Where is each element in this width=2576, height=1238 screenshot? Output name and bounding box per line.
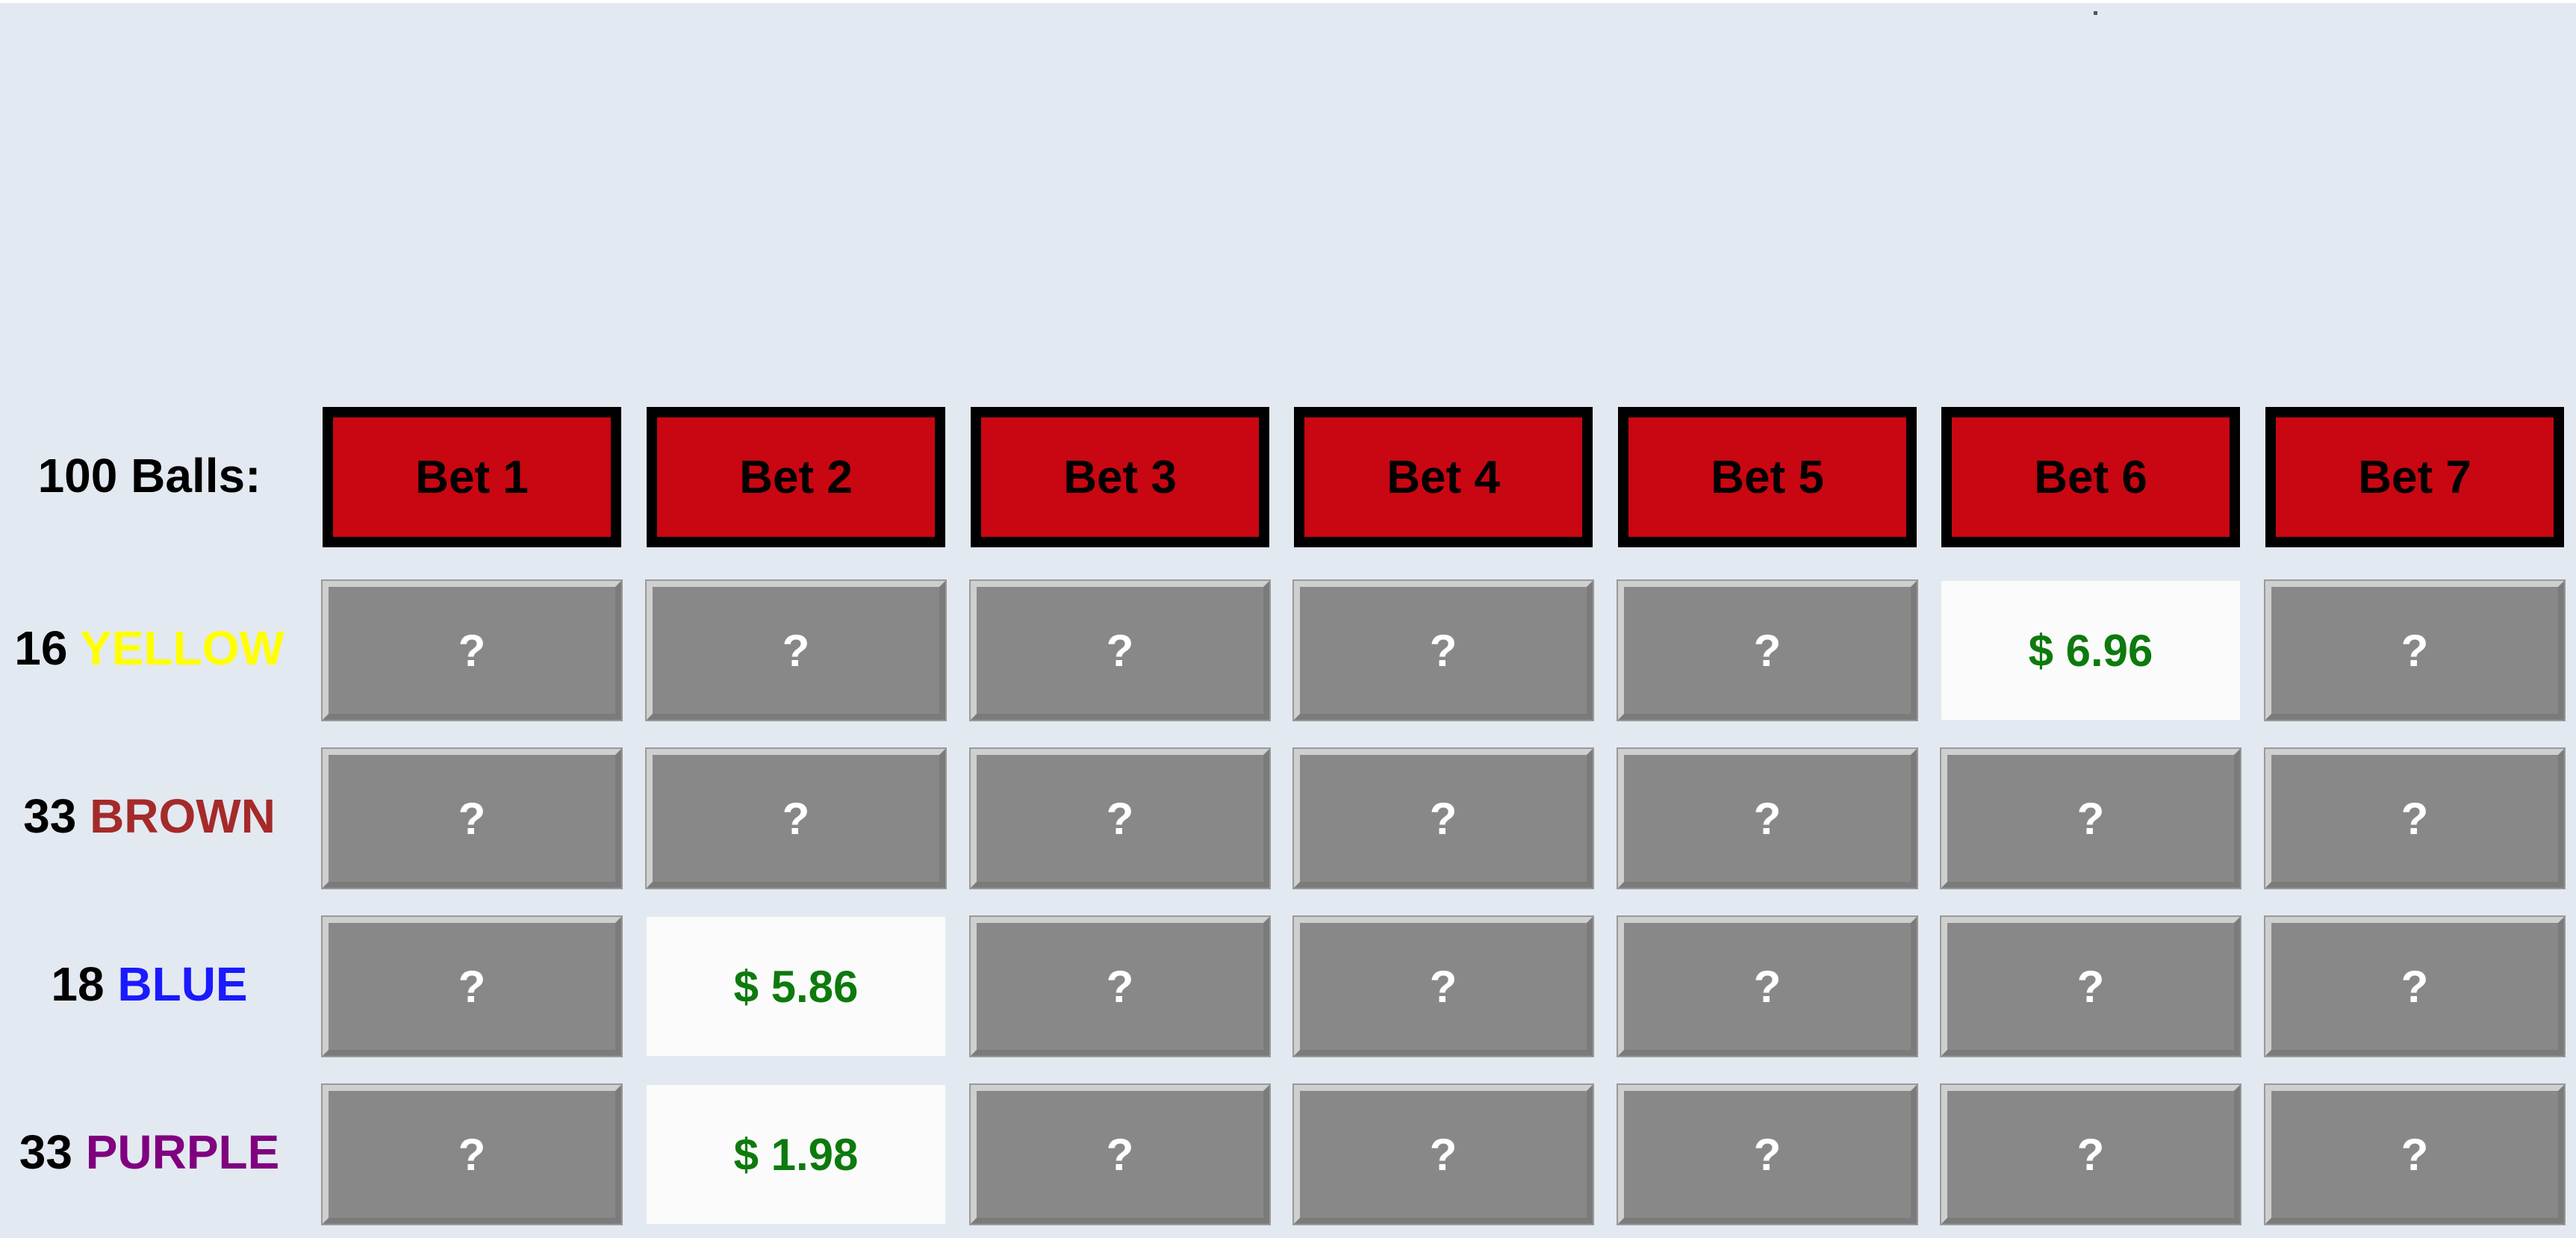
cell-value: $ 6.96 (2028, 625, 2153, 676)
bet-5-button[interactable]: Bet 5 (1618, 407, 1917, 547)
hidden-cell-button[interactable]: ? (647, 581, 945, 720)
bet-4-label: Bet 4 (1387, 451, 1500, 503)
hidden-cell-button[interactable]: ? (971, 917, 1269, 1056)
hidden-cell-button[interactable]: ? (1941, 749, 2240, 888)
hidden-cell-button[interactable]: ? (1294, 749, 1593, 888)
hidden-cell-button[interactable]: ? (323, 1085, 621, 1224)
cell-value: ? (1106, 1129, 1134, 1180)
hidden-cell-button[interactable]: ? (1618, 1085, 1917, 1224)
hidden-cell-button[interactable]: ? (971, 749, 1269, 888)
hidden-cell-button[interactable]: ? (2265, 581, 2564, 720)
cell-value: $ 5.86 (733, 961, 859, 1012)
cell-value: $ 1.98 (733, 1129, 859, 1180)
bet-2-button[interactable]: Bet 2 (647, 407, 945, 547)
cell-value: ? (2076, 961, 2105, 1012)
stray-dot (2094, 11, 2097, 15)
ball-color-name: BLUE (117, 957, 248, 1011)
game-board: 100 Balls: Bet 1 Bet 2 Bet 3 Bet 4 Bet 5… (0, 0, 2576, 1238)
hidden-cell-button[interactable]: ? (971, 581, 1269, 720)
hidden-cell-button[interactable]: ? (323, 749, 621, 888)
cell-value: ? (1429, 625, 1457, 676)
bet-6-label: Bet 6 (2034, 451, 2147, 503)
cell-value: ? (1106, 625, 1134, 676)
ball-color-name: PURPLE (85, 1125, 280, 1179)
hidden-cell-button[interactable]: ? (1294, 581, 1593, 720)
hidden-cell-button[interactable]: ? (1294, 917, 1593, 1056)
ball-color-name: BROWN (90, 789, 276, 843)
row-label-blue: 18 BLUE (0, 960, 299, 1008)
ball-count: 33 (23, 789, 77, 843)
balls-total-label: 100 Balls: (37, 449, 261, 503)
revealed-cell: $ 6.96 (1941, 581, 2240, 720)
cell-value: ? (1753, 1129, 1782, 1180)
cell-value: ? (1106, 793, 1134, 844)
cell-value: ? (2401, 1129, 2429, 1180)
cell-value: ? (1429, 1129, 1457, 1180)
cell-value: ? (1753, 793, 1782, 844)
hidden-cell-button[interactable]: ? (1941, 1085, 2240, 1224)
revealed-cell: $ 5.86 (647, 917, 945, 1056)
bet-1-button[interactable]: Bet 1 (323, 407, 621, 547)
bet-4-button[interactable]: Bet 4 (1294, 407, 1593, 547)
hidden-cell-button[interactable]: ? (1618, 581, 1917, 720)
cell-value: ? (2401, 625, 2429, 676)
bet-7-label: Bet 7 (2358, 451, 2471, 503)
hidden-cell-button[interactable]: ? (323, 917, 621, 1056)
hidden-cell-button[interactable]: ? (1294, 1085, 1593, 1224)
hidden-cell-button[interactable]: ? (1618, 749, 1917, 888)
hidden-cell-button[interactable]: ? (2265, 749, 2564, 888)
cell-value: ? (2076, 793, 2105, 844)
hidden-cell-button[interactable]: ? (2265, 917, 2564, 1056)
row-label-purple: 33 PURPLE (0, 1128, 299, 1176)
revealed-cell: $ 1.98 (647, 1085, 945, 1224)
cell-value: ? (2401, 961, 2429, 1012)
bet-2-label: Bet 2 (739, 451, 853, 503)
hidden-cell-button[interactable]: ? (971, 1085, 1269, 1224)
cell-value: ? (2401, 793, 2429, 844)
cell-value: ? (1429, 793, 1457, 844)
bet-6-button[interactable]: Bet 6 (1941, 407, 2240, 547)
ball-count: 33 (19, 1125, 72, 1179)
top-border (0, 0, 2576, 3)
cell-value: ? (458, 961, 486, 1012)
hidden-cell-button[interactable]: ? (323, 581, 621, 720)
cell-value: ? (1429, 961, 1457, 1012)
cell-value: ? (1753, 625, 1782, 676)
ball-count: 16 (14, 621, 68, 675)
row-label-yellow: 16 YELLOW (0, 624, 299, 672)
bet-5-label: Bet 5 (1711, 451, 1824, 503)
hidden-cell-button[interactable]: ? (2265, 1085, 2564, 1224)
bet-7-button[interactable]: Bet 7 (2265, 407, 2564, 547)
cell-value: ? (1106, 961, 1134, 1012)
ball-count: 18 (51, 957, 105, 1011)
hidden-cell-button[interactable]: ? (1618, 917, 1917, 1056)
ball-color-name: YELLOW (80, 621, 284, 675)
row-label-brown: 33 BROWN (0, 792, 299, 840)
cell-value: ? (782, 793, 810, 844)
cell-value: ? (458, 793, 486, 844)
bet-3-label: Bet 3 (1063, 451, 1177, 503)
cell-value: ? (2076, 1129, 2105, 1180)
cell-value: ? (458, 1129, 486, 1180)
cell-value: ? (458, 625, 486, 676)
hidden-cell-button[interactable]: ? (647, 749, 945, 888)
cell-value: ? (782, 625, 810, 676)
bet-3-button[interactable]: Bet 3 (971, 407, 1269, 547)
cell-value: ? (1753, 961, 1782, 1012)
bet-1-label: Bet 1 (415, 451, 529, 503)
hidden-cell-button[interactable]: ? (1941, 917, 2240, 1056)
